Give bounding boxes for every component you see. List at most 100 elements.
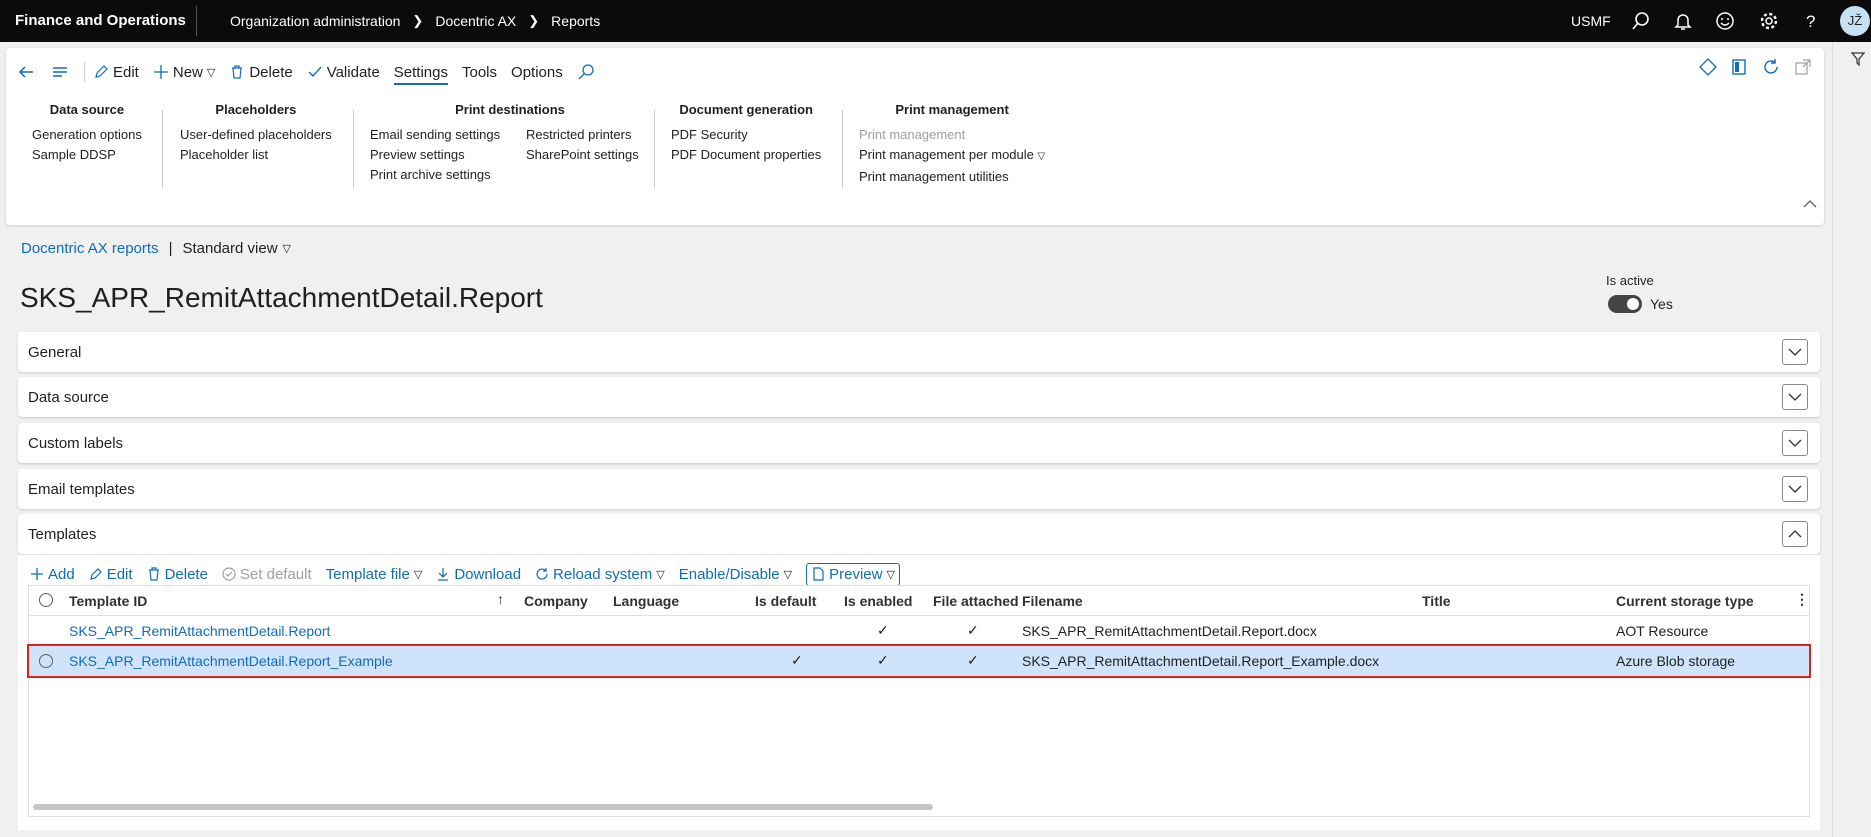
- templates-panel: Add Edit Delete Set default Template fil…: [18, 554, 1820, 830]
- fasttab-general[interactable]: General: [18, 332, 1820, 372]
- ribbon-item-sample-ddsp[interactable]: Sample DDSP: [32, 145, 142, 165]
- column-header-storage-type[interactable]: Current storage type: [1616, 593, 1754, 609]
- ribbon-item-sharepoint-settings[interactable]: SharePoint settings: [526, 145, 639, 165]
- chevron-down-icon: [1788, 393, 1802, 401]
- expand-button[interactable]: [1782, 384, 1808, 410]
- avatar[interactable]: JŽ: [1840, 6, 1870, 36]
- download-label: Download: [454, 565, 522, 583]
- breadcrumb-docentric[interactable]: Docentric AX: [435, 13, 516, 29]
- app-name[interactable]: Finance and Operations: [15, 12, 186, 29]
- trash-icon: [148, 567, 159, 581]
- table-row-selected[interactable]: SKS_APR_RemitAttachmentDetail.Report_Exa…: [27, 644, 1811, 678]
- breadcrumb-reports[interactable]: Reports: [551, 13, 600, 29]
- docentric-reports-link[interactable]: Docentric AX reports: [21, 240, 159, 257]
- page-breadcrumb: Docentric AX reports | Standard view ▽: [21, 240, 291, 257]
- select-all-radio[interactable]: [39, 593, 53, 607]
- template-id-link[interactable]: SKS_APR_RemitAttachmentDetail.Report: [69, 623, 330, 639]
- validate-button[interactable]: Validate: [307, 64, 380, 81]
- expand-button[interactable]: [1782, 339, 1808, 365]
- column-header-template-id[interactable]: Template ID: [69, 593, 147, 609]
- edit-button[interactable]: Edit: [89, 566, 133, 583]
- template-file-menu[interactable]: Template file ▽: [326, 566, 423, 583]
- delete-label: Delete: [164, 565, 208, 583]
- fasttab-title: Custom labels: [28, 435, 124, 452]
- chevron-down-icon[interactable]: ▽: [283, 242, 291, 255]
- delete-button[interactable]: Delete: [147, 566, 208, 583]
- divider: [84, 62, 85, 82]
- is-active-toggle[interactable]: [1608, 295, 1642, 313]
- gear-icon[interactable]: [1758, 10, 1780, 32]
- column-header-filename[interactable]: Filename: [1022, 593, 1083, 609]
- template-id-link[interactable]: SKS_APR_RemitAttachmentDetail.Report_Exa…: [69, 653, 393, 669]
- ribbon-item-generation-options[interactable]: Generation options: [32, 125, 142, 145]
- search-icon[interactable]: [1630, 10, 1652, 32]
- ribbon-item-pdf-security[interactable]: PDF Security: [671, 125, 821, 145]
- chevron-down-icon: ▽: [1037, 151, 1046, 162]
- ribbon-item-print-management-utilities[interactable]: Print management utilities: [859, 167, 1045, 187]
- ribbon-item-user-defined-placeholders[interactable]: User-defined placeholders: [180, 125, 332, 145]
- new-button[interactable]: New ▽: [153, 64, 215, 81]
- edit-button[interactable]: Edit: [93, 64, 139, 81]
- table-row[interactable]: SKS_APR_RemitAttachmentDetail.Report ✓ ✓…: [29, 616, 1809, 646]
- expand-button[interactable]: [1782, 430, 1808, 456]
- ribbon-item-preview-settings[interactable]: Preview settings: [370, 145, 526, 165]
- chevron-right-icon: ❯: [412, 13, 424, 28]
- chevron-down-icon: ▽: [656, 568, 665, 581]
- file-attached-cell: ✓: [967, 622, 979, 638]
- office-icon[interactable]: [1730, 58, 1748, 76]
- ribbon-item-restricted-printers[interactable]: Restricted printers: [526, 125, 639, 145]
- pipe-separator: |: [168, 240, 173, 257]
- download-icon: [438, 568, 449, 581]
- search-icon[interactable]: [577, 63, 595, 81]
- fasttab-email-templates[interactable]: Email templates: [18, 469, 1820, 509]
- bell-icon[interactable]: [1672, 10, 1694, 32]
- view-selector[interactable]: Standard view: [182, 240, 277, 257]
- download-button[interactable]: Download: [436, 566, 521, 583]
- enable-disable-menu[interactable]: Enable/Disable ▽: [679, 566, 792, 583]
- column-header-language[interactable]: Language: [613, 593, 679, 609]
- chevron-up-icon[interactable]: [1802, 198, 1818, 210]
- add-button[interactable]: Add: [30, 566, 75, 583]
- fasttab-data-source[interactable]: Data source: [18, 377, 1820, 417]
- expand-button[interactable]: [1782, 476, 1808, 502]
- company-picker[interactable]: USMF: [1571, 13, 1611, 29]
- ribbon-item-pdf-document-properties[interactable]: PDF Document properties: [671, 145, 821, 165]
- refresh-icon[interactable]: [1762, 58, 1780, 76]
- fasttab-templates[interactable]: Templates: [18, 514, 1820, 554]
- column-header-title[interactable]: Title: [1422, 593, 1451, 609]
- more-options-icon[interactable]: ⋮: [1795, 591, 1809, 608]
- tab-settings[interactable]: Settings: [393, 64, 448, 85]
- collapse-button[interactable]: [1782, 521, 1808, 547]
- group-title: Print management: [895, 102, 1009, 117]
- fasttab-custom-labels[interactable]: Custom labels: [18, 423, 1820, 463]
- diamond-icon[interactable]: [1699, 58, 1717, 76]
- back-arrow-icon[interactable]: [16, 62, 36, 82]
- tab-tools[interactable]: Tools: [462, 64, 497, 81]
- ribbon-item-print-management-per-module[interactable]: Print management per module ▽: [859, 145, 1045, 167]
- reload-system-menu[interactable]: Reload system ▽: [535, 566, 665, 583]
- topbar-divider: [196, 6, 197, 36]
- preview-menu[interactable]: Preview ▽: [806, 562, 900, 586]
- ribbon-item-print-archive-settings[interactable]: Print archive settings: [370, 165, 526, 185]
- edit-label: Edit: [106, 565, 133, 583]
- breadcrumb-org-admin[interactable]: Organization administration: [230, 13, 400, 29]
- column-header-company[interactable]: Company: [524, 593, 588, 609]
- smiley-icon[interactable]: [1714, 10, 1736, 32]
- set-default-button: Set default: [222, 566, 312, 583]
- column-header-is-default[interactable]: Is default: [755, 593, 816, 609]
- open-new-window-icon[interactable]: [1794, 58, 1812, 76]
- row-select-radio[interactable]: [39, 654, 53, 668]
- column-header-file-attached[interactable]: File attached: [933, 593, 1019, 609]
- menu-icon[interactable]: [50, 62, 70, 82]
- tab-options[interactable]: Options: [511, 64, 563, 81]
- ribbon-item-placeholder-list[interactable]: Placeholder list: [180, 145, 332, 165]
- filename-cell: SKS_APR_RemitAttachmentDetail.Report.doc…: [1022, 623, 1317, 639]
- filter-icon[interactable]: [1851, 52, 1865, 66]
- horizontal-scrollbar[interactable]: [33, 804, 933, 810]
- help-icon[interactable]: ?: [1800, 10, 1822, 32]
- ribbon-item-label: Print management per module: [859, 147, 1034, 162]
- fasttab-title: Data source: [28, 389, 109, 406]
- ribbon-item-email-sending-settings[interactable]: Email sending settings: [370, 125, 526, 145]
- delete-button[interactable]: Delete: [229, 64, 293, 81]
- column-header-is-enabled[interactable]: Is enabled: [844, 593, 912, 609]
